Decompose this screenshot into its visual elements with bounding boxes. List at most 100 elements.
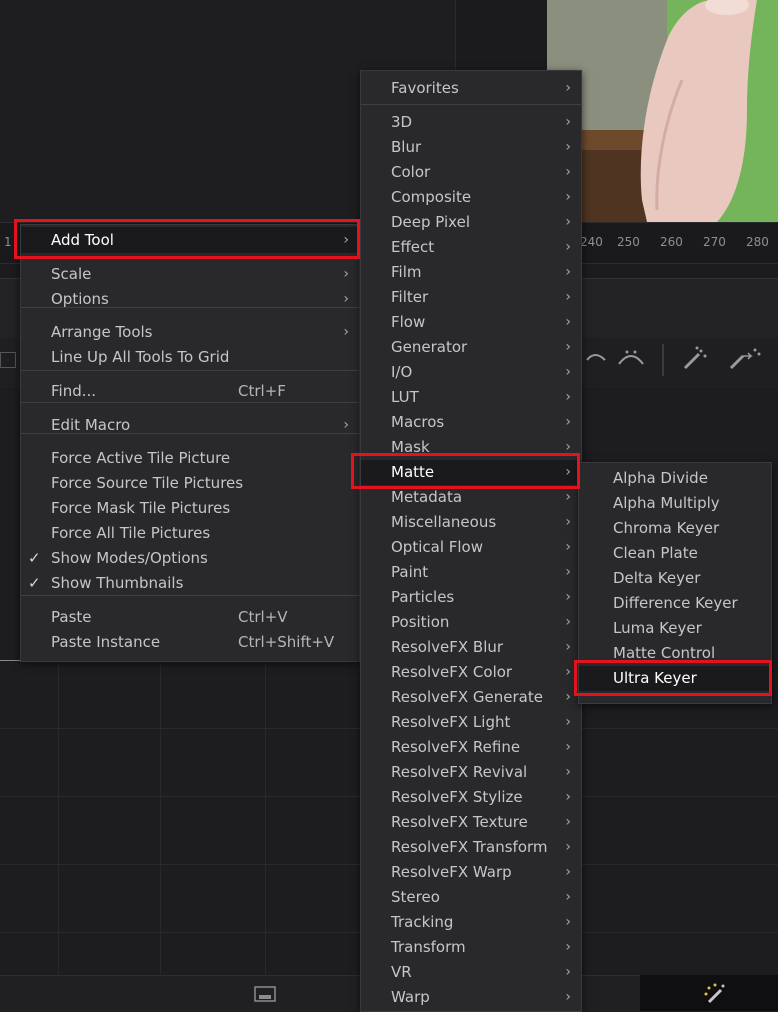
add-tool-item-tracking[interactable]: Tracking › [361,910,581,935]
add-tool-item-miscellaneous[interactable]: Miscellaneous › [361,510,581,535]
add-tool-item-favorites[interactable]: Favorites › [361,76,581,101]
ruler-tick: 250 [617,235,640,249]
menu-item-options[interactable]: Options › [21,287,359,312]
add-tool-item-position[interactable]: Position › [361,610,581,635]
add-tool-item-transform[interactable]: Transform › [361,935,581,960]
chevron-right-icon: › [565,514,571,530]
menu-item-label: Tracking [391,913,454,931]
matte-item-delta-keyer[interactable]: Delta Keyer [579,566,771,591]
chevron-right-icon: › [565,764,571,780]
left-toolbar-icon[interactable] [0,352,16,368]
menu-item-find[interactable]: Find... Ctrl+F [21,379,359,404]
menu-item-label: Show Thumbnails [51,574,184,592]
chevron-right-icon: › [565,389,571,405]
add-tool-item-filter[interactable]: Filter › [361,285,581,310]
add-tool-item-resolvefx-color[interactable]: ResolveFX Color › [361,660,581,685]
matte-item-alpha-multiply[interactable]: Alpha Multiply [579,491,771,516]
add-tool-item-color[interactable]: Color › [361,160,581,185]
add-tool-item-generator[interactable]: Generator › [361,335,581,360]
add-tool-item-lut[interactable]: LUT › [361,385,581,410]
add-tool-item-effect[interactable]: Effect › [361,235,581,260]
add-tool-item-resolvefx-blur[interactable]: ResolveFX Blur › [361,635,581,660]
add-tool-item-deep-pixel[interactable]: Deep Pixel › [361,210,581,235]
add-tool-item-3d[interactable]: 3D › [361,110,581,135]
menu-item-label: Position [391,613,450,631]
chevron-right-icon: › [565,489,571,505]
menu-item-show-thumbnails[interactable]: ✓ Show Thumbnails [21,571,359,596]
add-tool-item-macros[interactable]: Macros › [361,410,581,435]
menu-item-add-tool[interactable]: Add Tool › [21,227,359,253]
matte-item-difference-keyer[interactable]: Difference Keyer [579,591,771,616]
chevron-right-icon: › [565,614,571,630]
chevron-right-icon: › [565,589,571,605]
matte-item-luma-keyer[interactable]: Luma Keyer [579,616,771,641]
menu-item-paste-instance[interactable]: Paste Instance Ctrl+Shift+V [21,630,359,655]
add-tool-item-resolvefx-texture[interactable]: ResolveFX Texture › [361,810,581,835]
add-tool-item-resolvefx-warp[interactable]: ResolveFX Warp › [361,860,581,885]
menu-item-label: Film [391,263,422,281]
chevron-right-icon: › [565,689,571,705]
check-icon: ✓ [28,549,41,567]
monitor-icon[interactable] [254,986,276,1004]
menu-item-force-all-tile-pictures[interactable]: Force All Tile Pictures [21,521,359,546]
chevron-right-icon: › [565,264,571,280]
menu-item-arrange-tools[interactable]: Arrange Tools › [21,320,359,345]
grid-line [160,662,161,974]
matte-item-matte-control[interactable]: Matte Control [579,641,771,666]
add-tool-item-metadata[interactable]: Metadata › [361,485,581,510]
add-tool-item-blur[interactable]: Blur › [361,135,581,160]
chevron-right-icon: › [565,739,571,755]
add-tool-submenu: Favorites › 3D › Blur › Color › Composite › Deep P… [360,70,582,1012]
menu-item-label: Force Source Tile Pictures [51,474,244,492]
menu-item-label: ResolveFX Texture [391,813,528,831]
add-tool-item-resolvefx-stylize[interactable]: ResolveFX Stylize › [361,785,581,810]
menu-item-label: Mask [391,438,430,456]
status-bar-right [640,975,778,1011]
menu-item-show-modes-options[interactable]: ✓ Show Modes/Options [21,546,359,571]
menu-item-label: Options [51,290,109,308]
matte-item-clean-plate[interactable]: Clean Plate [579,541,771,566]
grid-line [58,662,59,974]
menu-item-label: 3D [391,113,413,131]
menu-item-label: Deep Pixel [391,213,470,231]
magic-wand-icon[interactable] [703,982,727,1006]
menu-item-force-mask-tile-pictures[interactable]: Force Mask Tile Pictures [21,496,359,521]
menu-item-label: Matte [391,463,435,481]
menu-item-force-active-tile-picture[interactable]: Force Active Tile Picture [21,446,359,471]
matte-item-chroma-keyer[interactable]: Chroma Keyer [579,516,771,541]
add-tool-item-stereo[interactable]: Stereo › [361,885,581,910]
add-tool-item-resolvefx-revival[interactable]: ResolveFX Revival › [361,760,581,785]
add-tool-item-resolvefx-transform[interactable]: ResolveFX Transform › [361,835,581,860]
menu-separator [21,370,359,371]
chevron-right-icon: › [565,189,571,205]
add-tool-item-mask[interactable]: Mask › [361,435,581,460]
menu-item-label: ResolveFX Stylize [391,788,523,806]
matte-item-ultra-keyer[interactable]: Ultra Keyer [579,666,771,691]
add-tool-item-resolvefx-refine[interactable]: ResolveFX Refine › [361,735,581,760]
chevron-right-icon: › [565,214,571,230]
menu-item-label: Force All Tile Pictures [51,524,211,542]
menu-separator [21,307,359,308]
add-tool-item-optical-flow[interactable]: Optical Flow › [361,535,581,560]
menu-item-label: Color [391,163,431,181]
add-tool-item-warp[interactable]: Warp › [361,985,581,1010]
add-tool-item-i-o[interactable]: I/O › [361,360,581,385]
add-tool-item-film[interactable]: Film › [361,260,581,285]
menu-item-paste[interactable]: Paste Ctrl+V [21,605,359,630]
add-tool-item-vr[interactable]: VR › [361,960,581,985]
add-tool-item-particles[interactable]: Particles › [361,585,581,610]
add-tool-item-resolvefx-generate[interactable]: ResolveFX Generate › [361,685,581,710]
shortcut-label: Ctrl+F [238,382,286,400]
add-tool-item-flow[interactable]: Flow › [361,310,581,335]
menu-item-edit-macro[interactable]: Edit Macro › [21,413,359,438]
menu-item-force-source-tile-pictures[interactable]: Force Source Tile Pictures [21,471,359,496]
add-tool-item-matte[interactable]: Matte › [361,460,581,485]
menu-item-scale[interactable]: Scale › [21,262,359,287]
matte-item-alpha-divide[interactable]: Alpha Divide [579,466,771,491]
menu-item-line-up-all-tools-to-grid[interactable]: Line Up All Tools To Grid [21,345,359,370]
add-tool-item-paint[interactable]: Paint › [361,560,581,585]
menu-item-label: Paste [51,608,92,626]
add-tool-item-composite[interactable]: Composite › [361,185,581,210]
chevron-right-icon: › [565,139,571,155]
add-tool-item-resolvefx-light[interactable]: ResolveFX Light › [361,710,581,735]
